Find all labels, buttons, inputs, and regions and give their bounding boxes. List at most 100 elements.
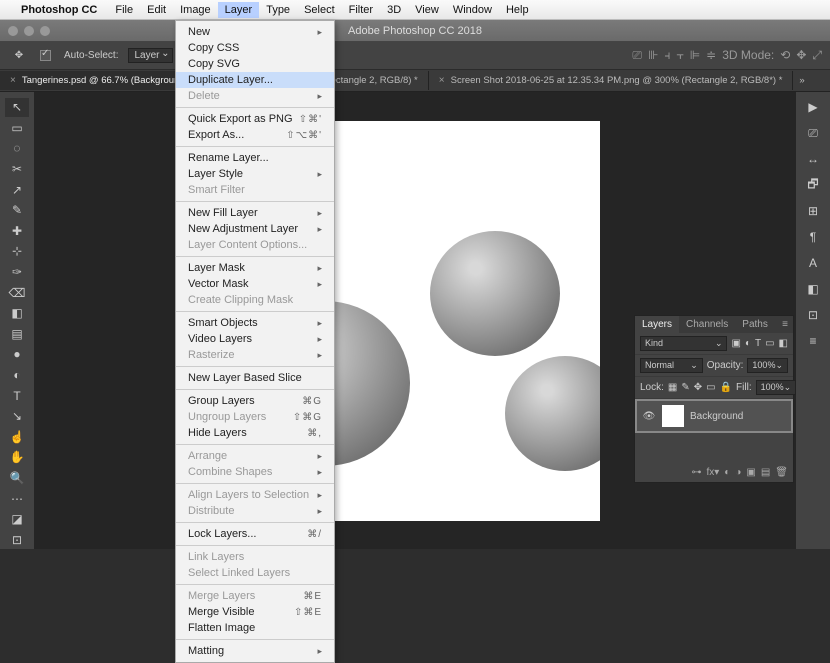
tool-button[interactable]: ◌ bbox=[5, 139, 29, 158]
lock-paint-icon[interactable]: ✎ bbox=[681, 382, 689, 393]
auto-select-combo[interactable]: Layer bbox=[128, 48, 172, 63]
auto-select-checkbox[interactable] bbox=[40, 50, 51, 61]
menu-item[interactable]: Smart Objects bbox=[176, 315, 334, 331]
panel-icon[interactable]: ⎚ bbox=[803, 124, 823, 142]
menu-window[interactable]: Window bbox=[446, 2, 499, 18]
panel-icon[interactable]: ⊞ bbox=[803, 202, 823, 220]
lock-trans-icon[interactable]: ▦ bbox=[668, 382, 677, 393]
filter-pixel-icon[interactable]: ▣ bbox=[731, 338, 740, 349]
menu-item[interactable]: Layer Mask bbox=[176, 260, 334, 276]
menu-item[interactable]: Export As...⇧⌥⌘' bbox=[176, 127, 334, 143]
menu-type[interactable]: Type bbox=[259, 2, 297, 18]
tool-button[interactable]: ✎ bbox=[5, 201, 29, 220]
document-tab[interactable]: ×Screen Shot 2018-06-25 at 12.35.34 PM.p… bbox=[429, 71, 794, 90]
filter-adjust-icon[interactable]: ◐ bbox=[745, 338, 751, 349]
tool-button[interactable]: ↘ bbox=[5, 407, 29, 426]
pan-icon[interactable]: ✥ bbox=[796, 48, 806, 63]
tool-button[interactable]: ⊡ bbox=[5, 530, 29, 549]
link-icon[interactable]: ⊶ bbox=[691, 467, 701, 478]
menu-item[interactable]: Matting bbox=[176, 643, 334, 659]
opacity-input[interactable]: 100%⌄ bbox=[747, 358, 788, 373]
tool-button[interactable]: ↖ bbox=[5, 98, 29, 117]
tab-overflow-icon[interactable]: » bbox=[793, 75, 810, 86]
align-icon[interactable]: ⊫ bbox=[690, 48, 700, 63]
traffic-lights[interactable] bbox=[8, 26, 50, 36]
align-icon[interactable]: ≑ bbox=[706, 48, 716, 63]
tool-button[interactable]: 🔍 bbox=[5, 469, 29, 488]
menu-item[interactable]: New bbox=[176, 24, 334, 40]
menu-view[interactable]: View bbox=[408, 2, 446, 18]
align-icon[interactable]: ⫞ bbox=[664, 48, 670, 63]
fill-input[interactable]: 100%⌄ bbox=[756, 380, 797, 395]
align-icon[interactable]: ⫟ bbox=[676, 48, 683, 63]
visibility-icon[interactable]: 👁 bbox=[642, 411, 656, 422]
tool-button[interactable]: ⊹ bbox=[5, 242, 29, 261]
tool-button[interactable]: ● bbox=[5, 345, 29, 364]
menu-item[interactable]: Hide Layers⌘, bbox=[176, 425, 334, 441]
menu-item[interactable]: Rename Layer... bbox=[176, 150, 334, 166]
menu-item[interactable]: Video Layers bbox=[176, 331, 334, 347]
tool-button[interactable]: ✋ bbox=[5, 448, 29, 467]
filter-shape-icon[interactable]: ▭ bbox=[765, 338, 774, 349]
fx-icon[interactable]: fx▾ bbox=[706, 467, 719, 478]
tool-button[interactable]: ◧ bbox=[5, 304, 29, 323]
minimize-icon[interactable] bbox=[24, 26, 34, 36]
panel-icon[interactable]: ↔ bbox=[803, 150, 823, 168]
tab-channels[interactable]: Channels bbox=[679, 316, 735, 333]
align-icon[interactable]: ⊪ bbox=[648, 48, 658, 63]
menu-edit[interactable]: Edit bbox=[140, 2, 173, 18]
mask-icon[interactable]: ◐ bbox=[724, 467, 730, 478]
menu-item[interactable]: Copy SVG bbox=[176, 56, 334, 72]
tool-button[interactable]: ↗ bbox=[5, 180, 29, 199]
blend-mode-combo[interactable]: Normal⌄ bbox=[640, 358, 703, 373]
menu-item[interactable]: Duplicate Layer... bbox=[176, 72, 334, 88]
tab-layers[interactable]: Layers bbox=[635, 316, 679, 333]
panel-icon[interactable]: 🗗 bbox=[803, 176, 823, 194]
close-icon[interactable] bbox=[8, 26, 18, 36]
align-icon[interactable]: ⎚ bbox=[632, 48, 642, 63]
menu-item[interactable]: New Fill Layer bbox=[176, 205, 334, 221]
menu-item[interactable]: Merge Visible⇧⌘E bbox=[176, 604, 334, 620]
filter-kind-combo[interactable]: Kind⌄ bbox=[640, 336, 727, 351]
panel-icon[interactable]: ≡ bbox=[803, 332, 823, 350]
tool-button[interactable]: ✚ bbox=[5, 222, 29, 241]
menu-item[interactable]: Copy CSS bbox=[176, 40, 334, 56]
lock-all-icon[interactable]: 🔒 bbox=[720, 382, 732, 393]
tool-button[interactable]: ⋯ bbox=[5, 489, 29, 508]
close-tab-icon[interactable]: × bbox=[10, 75, 16, 86]
panel-icon[interactable]: ▶ bbox=[803, 98, 823, 116]
menu-item[interactable]: Quick Export as PNG⇧⌘' bbox=[176, 111, 334, 127]
menu-layer[interactable]: Layer bbox=[218, 2, 260, 18]
app-name[interactable]: Photoshop CC bbox=[16, 2, 102, 18]
menu-image[interactable]: Image bbox=[173, 2, 218, 18]
zoom-icon[interactable] bbox=[40, 26, 50, 36]
orbit-icon[interactable]: ⟲ bbox=[780, 48, 790, 63]
tool-button[interactable]: ✂ bbox=[5, 160, 29, 179]
layer-row[interactable]: 👁 Background bbox=[635, 399, 793, 433]
tool-button[interactable]: ▤ bbox=[5, 325, 29, 344]
tool-button[interactable]: ◐ bbox=[5, 366, 29, 385]
lock-pos-icon[interactable]: ✥ bbox=[694, 382, 702, 393]
tool-button[interactable]: ✑ bbox=[5, 263, 29, 282]
menu-help[interactable]: Help bbox=[499, 2, 536, 18]
layer-thumbnail[interactable] bbox=[662, 405, 684, 427]
move-tool-icon[interactable]: ✥ bbox=[8, 47, 30, 65]
menu-item[interactable]: Vector Mask bbox=[176, 276, 334, 292]
group-icon[interactable]: ▣ bbox=[746, 467, 755, 478]
trash-icon[interactable]: 🗑 bbox=[775, 467, 788, 478]
lock-art-icon[interactable]: ▭ bbox=[706, 382, 715, 393]
tool-button[interactable]: ⌫ bbox=[5, 283, 29, 302]
menu-filter[interactable]: Filter bbox=[342, 2, 380, 18]
new-layer-icon[interactable]: ▤ bbox=[761, 467, 770, 478]
tab-paths[interactable]: Paths bbox=[735, 316, 775, 333]
menu-item[interactable]: New Adjustment Layer bbox=[176, 221, 334, 237]
panel-icon[interactable]: ¶ bbox=[803, 228, 823, 246]
menu-select[interactable]: Select bbox=[297, 2, 342, 18]
filter-type-icon[interactable]: T bbox=[755, 338, 761, 349]
panel-icon[interactable]: ◧ bbox=[803, 280, 823, 298]
adjust-icon[interactable]: ◑ bbox=[735, 467, 741, 478]
menu-3d[interactable]: 3D bbox=[380, 2, 408, 18]
tool-button[interactable]: ☝ bbox=[5, 428, 29, 447]
menu-item[interactable]: Flatten Image bbox=[176, 620, 334, 636]
panel-icon[interactable]: A bbox=[803, 254, 823, 272]
